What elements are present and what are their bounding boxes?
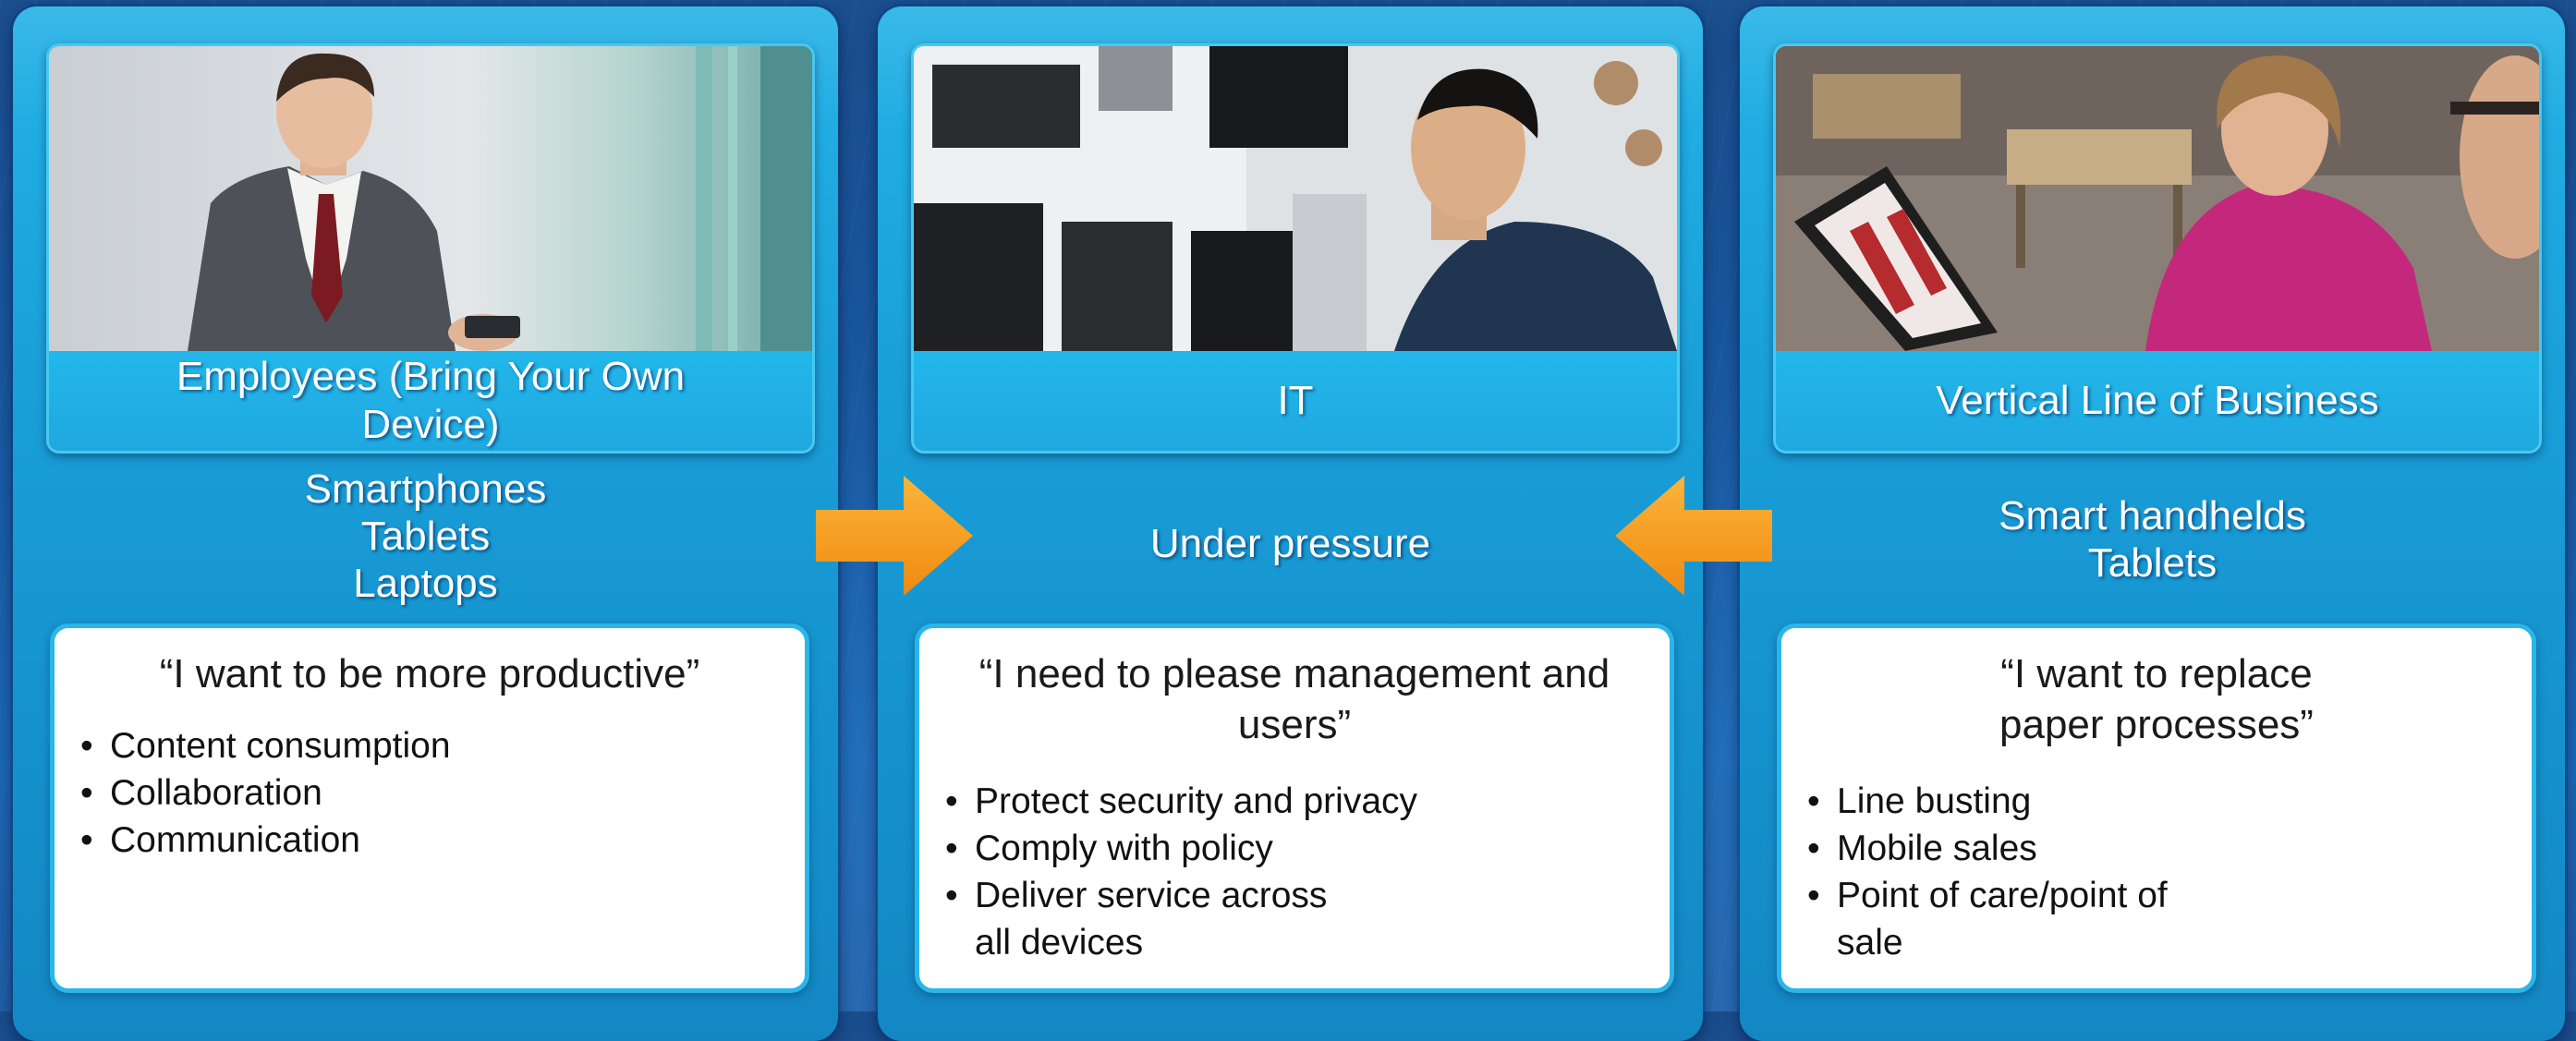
woman-with-tablet-photo <box>1776 46 2539 351</box>
line-of-business-devices: Smart handhelds Tablets <box>1740 492 2565 587</box>
list-item: • Content consumption <box>75 722 451 769</box>
device-tablets: Tablets <box>2087 540 2218 586</box>
it-photo-card: IT <box>911 43 1680 454</box>
employees-devices: Smartphones Tablets Laptops <box>13 466 838 607</box>
list-item: • Deliver service across all devices <box>940 872 1372 966</box>
line-of-business-quote: “I want to replace paper processes” <box>1999 651 2314 747</box>
line-of-business-quote-card: “I want to replace paper processes” • Lin… <box>1777 623 2536 993</box>
list-item: • Communication <box>75 817 451 864</box>
bullet-text: Line busting <box>1837 781 2032 821</box>
bullet-icon: • <box>945 876 958 915</box>
bullet-icon: • <box>1807 781 1820 821</box>
employees-bullet-list: • Content consumption • Collaboration • Com… <box>75 722 451 864</box>
line-of-business-panel: Vertical Line of Business Smart handheld… <box>1740 6 2565 1041</box>
line-of-business-caption: Vertical Line of Business <box>1936 378 2379 423</box>
businessman-with-phone-photo <box>49 46 812 351</box>
device-tablets: Tablets <box>360 514 491 559</box>
device-smart-handhelds: Smart handhelds <box>1999 493 2306 539</box>
it-panel: IT Under pressure “I need to please mana… <box>878 6 1703 1041</box>
employees-quote-card: “I want to be more productive” • Content … <box>50 623 809 993</box>
it-bullet-list: • Protect security and privacy • Comply wi… <box>940 778 1417 966</box>
bullet-text: Content consumption <box>110 726 451 766</box>
bullet-icon: • <box>80 773 93 813</box>
bullet-text: Communication <box>110 820 360 860</box>
bullet-icon: • <box>80 820 93 860</box>
bullet-icon: • <box>945 781 958 821</box>
list-item: • Collaboration <box>75 769 451 817</box>
line-of-business-bullet-list: • Line busting • Mobile sales • Point of ca… <box>1802 778 2225 966</box>
it-quote: “I need to please management and users” <box>978 651 1610 747</box>
bullet-text: Protect security and privacy <box>975 781 1418 821</box>
bullet-icon: • <box>945 829 958 868</box>
list-item: • Comply with policy <box>940 825 1417 872</box>
employees-caption: Employees (Bring Your Own Device) <box>176 354 686 447</box>
bullet-icon: • <box>1807 829 1820 868</box>
bullet-text: Collaboration <box>110 773 322 813</box>
list-item: • Line busting <box>1802 778 2225 825</box>
it-caption: IT <box>1277 378 1314 423</box>
it-quote-card: “I need to please management and users” … <box>915 623 1674 993</box>
it-caption-bar: IT <box>914 351 1677 451</box>
arrow-right-icon <box>816 476 973 596</box>
employees-quote: “I want to be more productive” <box>159 651 700 696</box>
bullet-icon: • <box>1807 876 1820 915</box>
device-smartphones: Smartphones <box>304 466 547 512</box>
list-item: • Point of care/point of sale <box>1802 872 2225 966</box>
it-worker-at-server-photo <box>914 46 1677 351</box>
device-laptops: Laptops <box>353 561 498 606</box>
bullet-icon: • <box>80 726 93 766</box>
under-pressure-text: Under pressure <box>1149 521 1431 566</box>
bullet-text: Comply with policy <box>975 829 1273 868</box>
bullet-text: Point of care/point of sale <box>1837 876 2168 962</box>
line-of-business-caption-bar: Vertical Line of Business <box>1776 351 2539 451</box>
employees-panel: Employees (Bring Your Own Device) Smartp… <box>13 6 838 1041</box>
employees-photo-card: Employees (Bring Your Own Device) <box>46 43 815 454</box>
arrow-left-icon <box>1615 476 1772 596</box>
line-of-business-photo-card: Vertical Line of Business <box>1773 43 2542 454</box>
bullet-text: Deliver service across all devices <box>975 876 1328 962</box>
list-item: • Mobile sales <box>1802 825 2225 872</box>
employees-caption-bar: Employees (Bring Your Own Device) <box>49 351 812 451</box>
list-item: • Protect security and privacy <box>940 778 1417 825</box>
it-status: Under pressure <box>878 520 1703 567</box>
bullet-text: Mobile sales <box>1837 829 2037 868</box>
